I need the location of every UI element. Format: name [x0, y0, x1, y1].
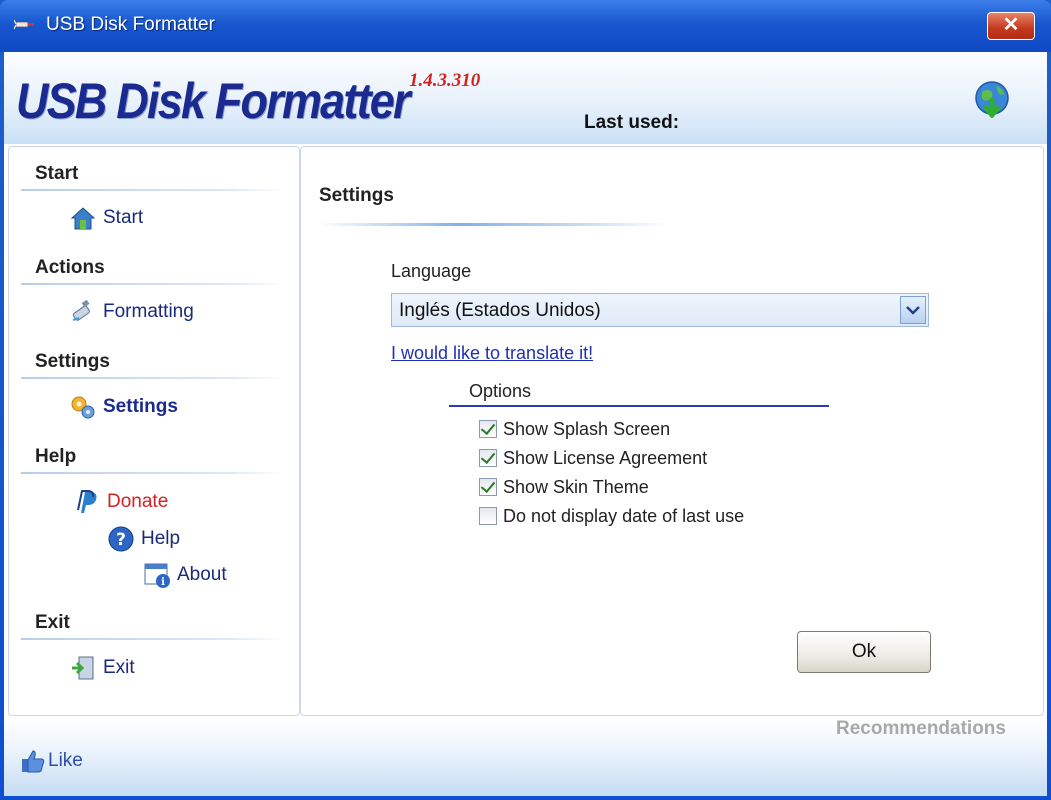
- sidebar: Start Start Actions Formatting Settings …: [8, 146, 300, 716]
- svg-text:i: i: [161, 577, 165, 588]
- sidebar-item-exit[interactable]: Exit: [69, 653, 135, 683]
- checkbox[interactable]: [479, 449, 497, 467]
- checkbox[interactable]: [479, 420, 497, 438]
- options-divider: [449, 405, 829, 407]
- svg-text:?: ?: [116, 530, 126, 550]
- sidebar-item-label: Donate: [107, 491, 169, 512]
- section-divider: [21, 377, 283, 379]
- ok-button[interactable]: Ok: [797, 631, 931, 673]
- sidebar-item-label: About: [177, 564, 227, 585]
- section-title-exit: Exit: [35, 612, 70, 633]
- chevron-down-icon: [906, 306, 920, 315]
- option-label: Show Skin Theme: [503, 476, 649, 497]
- sidebar-item-start[interactable]: Start: [69, 203, 143, 233]
- section-divider: [21, 189, 283, 191]
- sidebar-item-help[interactable]: ? Help: [107, 524, 180, 554]
- info-icon: i: [144, 563, 170, 588]
- app-header: USB Disk Formatter 1.4.3.310 Last used:: [4, 52, 1047, 144]
- settings-panel: Settings Language Inglés (Estados Unidos…: [300, 146, 1044, 716]
- sidebar-item-formatting[interactable]: Formatting: [69, 297, 194, 327]
- heading-underline: [319, 223, 669, 226]
- app-window: USB Disk Formatter ✕ USB Disk Formatter …: [0, 0, 1051, 800]
- option-show-skin-theme[interactable]: Show Skin Theme: [479, 475, 649, 499]
- sidebar-item-settings[interactable]: Settings: [69, 392, 178, 422]
- client-area: USB Disk Formatter 1.4.3.310 Last used: …: [4, 52, 1047, 796]
- section-title-settings: Settings: [35, 351, 110, 372]
- usb-plug-icon: [14, 19, 34, 30]
- dropdown-button[interactable]: [900, 296, 926, 324]
- thumbs-up-icon: [22, 750, 45, 773]
- checkbox[interactable]: [479, 478, 497, 496]
- option-hide-last-use-date[interactable]: Do not display date of last use: [479, 504, 744, 528]
- section-title-start: Start: [35, 163, 79, 184]
- settings-heading: Settings: [319, 185, 394, 206]
- sidebar-item-label: Formatting: [103, 301, 194, 322]
- language-label: Language: [391, 261, 472, 281]
- sidebar-item-label: Help: [141, 528, 181, 549]
- paypal-icon: [77, 490, 97, 513]
- section-divider: [21, 638, 283, 640]
- like-label: Like: [48, 750, 83, 771]
- footer: Recommendations Like: [4, 716, 1047, 796]
- recommendations-link[interactable]: Recommendations: [836, 718, 1006, 740]
- version-label: 1.4.3.310: [409, 70, 481, 91]
- sidebar-item-label: Start: [103, 207, 144, 228]
- window-title: USB Disk Formatter: [46, 14, 215, 35]
- section-title-help: Help: [35, 446, 77, 467]
- section-divider: [21, 472, 283, 474]
- sidebar-item-label: Settings: [103, 396, 178, 417]
- globe-update-icon[interactable]: [972, 78, 1012, 118]
- home-icon: [70, 207, 96, 230]
- question-icon: ?: [108, 526, 134, 552]
- sidebar-item-about[interactable]: i About: [143, 560, 227, 590]
- like-button[interactable]: Like: [20, 748, 83, 774]
- usb-drive-icon: [72, 299, 90, 321]
- sidebar-item-donate[interactable]: Donate: [73, 487, 168, 517]
- language-selected-value: Inglés (Estados Unidos): [399, 300, 601, 321]
- translate-link[interactable]: I would like to translate it!: [391, 343, 593, 364]
- last-used-label: Last used:: [584, 112, 680, 133]
- close-button[interactable]: ✕: [987, 12, 1035, 40]
- brand-logo: USB Disk Formatter: [16, 73, 411, 129]
- option-label: Show Splash Screen: [503, 418, 671, 439]
- exit-door-icon: [72, 656, 94, 680]
- option-show-license-agreement[interactable]: Show License Agreement: [479, 446, 707, 470]
- gears-icon: [71, 396, 95, 419]
- close-icon: ✕: [1002, 14, 1020, 36]
- checkbox[interactable]: [479, 507, 497, 525]
- options-label: Options: [469, 381, 532, 401]
- title-bar[interactable]: USB Disk Formatter ✕: [0, 0, 1051, 52]
- section-title-actions: Actions: [35, 257, 105, 278]
- section-divider: [21, 283, 283, 285]
- option-label: Show License Agreement: [503, 447, 708, 468]
- language-select[interactable]: Inglés (Estados Unidos): [391, 293, 929, 327]
- option-show-splash-screen[interactable]: Show Splash Screen: [479, 417, 670, 441]
- sidebar-item-label: Exit: [103, 657, 135, 678]
- option-label: Do not display date of last use: [503, 505, 745, 526]
